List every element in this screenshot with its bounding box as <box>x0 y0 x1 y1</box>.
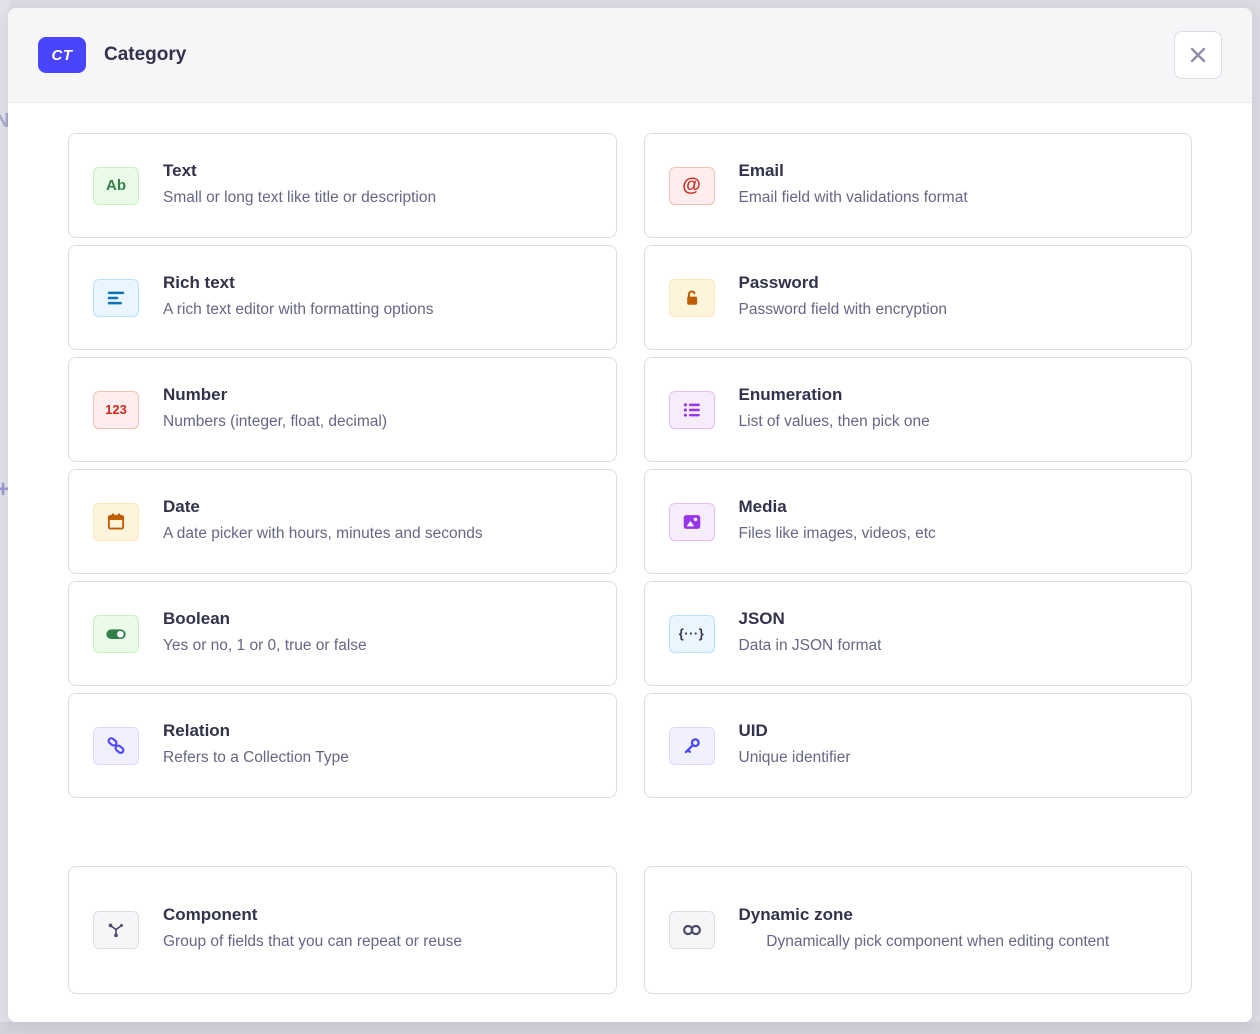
card-description: Refers to a Collection Type <box>163 746 592 770</box>
card-description: A date picker with hours, minutes and se… <box>163 522 592 546</box>
field-card-component[interactable]: Component Group of fields that you can r… <box>68 866 617 994</box>
card-title: Relation <box>163 721 592 741</box>
field-type-grid: Ab Text Small or long text like title or… <box>68 133 1192 798</box>
card-title: JSON <box>739 609 1168 629</box>
card-title: Date <box>163 497 592 517</box>
modal-title: Category <box>104 44 186 66</box>
backdrop-bottom-band <box>0 1022 1260 1034</box>
field-card-enumeration[interactable]: Enumeration List of values, then pick on… <box>644 357 1193 462</box>
modal-body: Ab Text Small or long text like title or… <box>8 103 1252 1022</box>
field-card-boolean[interactable]: Boolean Yes or no, 1 or 0, true or false <box>68 581 617 686</box>
field-card-dynamic-zone[interactable]: Dynamic zone Dynamically pick component … <box>644 866 1193 994</box>
card-title: Component <box>163 905 592 925</box>
card-description: Data in JSON format <box>739 634 1168 658</box>
card-title: Rich text <box>163 273 592 293</box>
card-description: Dynamically pick component when editing … <box>739 930 1168 954</box>
field-card-media[interactable]: Media Files like images, videos, etc <box>644 469 1193 574</box>
card-description: A rich text editor with formatting optio… <box>163 298 592 322</box>
richtext-icon <box>93 279 139 317</box>
advanced-field-grid: Component Group of fields that you can r… <box>68 866 1192 994</box>
email-icon: @ <box>669 167 715 205</box>
modal-header: CT Category <box>8 8 1252 103</box>
card-description: List of values, then pick one <box>739 410 1168 434</box>
close-button[interactable] <box>1174 31 1222 79</box>
card-title: Enumeration <box>739 385 1168 405</box>
json-icon: {···} <box>669 615 715 653</box>
boolean-icon <box>93 615 139 653</box>
field-card-number[interactable]: 123 Number Numbers (integer, float, deci… <box>68 357 617 462</box>
relation-icon <box>93 727 139 765</box>
field-card-relation[interactable]: Relation Refers to a Collection Type <box>68 693 617 798</box>
component-icon <box>93 911 139 949</box>
card-title: Email <box>739 161 1168 181</box>
close-icon <box>1189 46 1207 64</box>
collection-type-badge: CT <box>38 37 86 73</box>
card-title: UID <box>739 721 1168 741</box>
card-title: Number <box>163 385 592 405</box>
field-card-text[interactable]: Ab Text Small or long text like title or… <box>68 133 617 238</box>
card-description: Numbers (integer, float, decimal) <box>163 410 592 434</box>
password-icon <box>669 279 715 317</box>
number-icon: 123 <box>93 391 139 429</box>
field-card-email[interactable]: @ Email Email field with validations for… <box>644 133 1193 238</box>
dynamic-zone-icon <box>669 911 715 949</box>
field-card-password[interactable]: Password Password field with encryption <box>644 245 1193 350</box>
card-title: Password <box>739 273 1168 293</box>
field-card-richtext[interactable]: Rich text A rich text editor with format… <box>68 245 617 350</box>
page-background: N + CT Category Ab Text Small or <box>0 0 1260 1034</box>
text-icon: Ab <box>93 167 139 205</box>
card-description: Unique identifier <box>739 746 1168 770</box>
date-icon <box>93 503 139 541</box>
field-card-date[interactable]: Date A date picker with hours, minutes a… <box>68 469 617 574</box>
card-description: Email field with validations format <box>739 186 1168 210</box>
card-description: Yes or no, 1 or 0, true or false <box>163 634 592 658</box>
enumeration-icon <box>669 391 715 429</box>
card-description: Group of fields that you can repeat or r… <box>163 930 592 954</box>
field-card-uid[interactable]: UID Unique identifier <box>644 693 1193 798</box>
card-description: Small or long text like title or descrip… <box>163 186 592 210</box>
card-description: Files like images, videos, etc <box>739 522 1168 546</box>
uid-icon <box>669 727 715 765</box>
field-type-modal: CT Category Ab Text Small or long text l… <box>8 8 1252 1022</box>
card-description: Password field with encryption <box>739 298 1168 322</box>
media-icon <box>669 503 715 541</box>
card-title: Text <box>163 161 592 181</box>
card-title: Dynamic zone <box>739 905 1168 925</box>
card-title: Boolean <box>163 609 592 629</box>
card-title: Media <box>739 497 1168 517</box>
field-card-json[interactable]: {···} JSON Data in JSON format <box>644 581 1193 686</box>
